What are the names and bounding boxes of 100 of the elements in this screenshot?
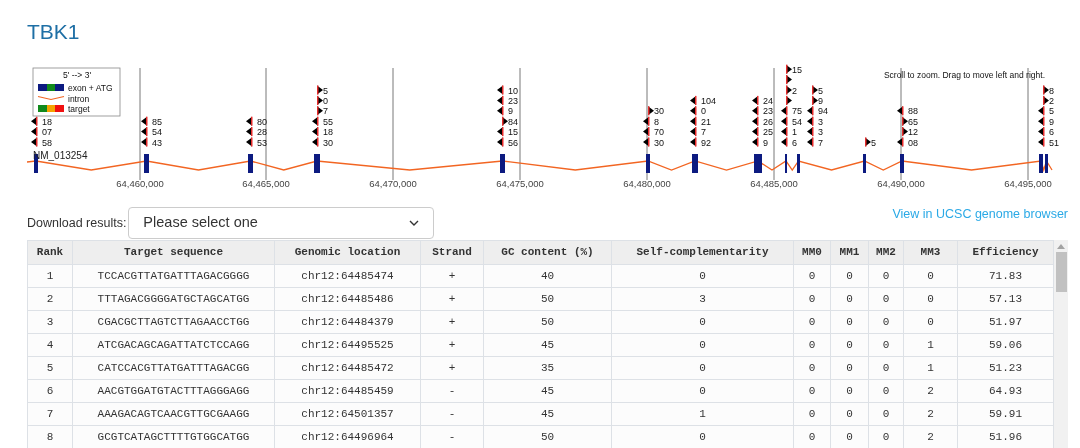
column-header[interactable]: MM1 — [830, 240, 869, 265]
target-marker[interactable] — [317, 106, 323, 116]
target-marker[interactable] — [648, 106, 654, 116]
target-marker[interactable] — [690, 116, 697, 126]
target-marker[interactable] — [643, 137, 650, 147]
target-marker[interactable] — [786, 85, 792, 95]
target-marker[interactable] — [1038, 137, 1045, 147]
target-marker[interactable] — [812, 85, 818, 95]
column-header[interactable]: MM0 — [793, 240, 831, 265]
table-cell: 7 — [27, 402, 73, 426]
target-marker[interactable] — [897, 106, 904, 116]
target-marker[interactable] — [1038, 116, 1045, 126]
target-marker[interactable] — [312, 137, 319, 147]
download-select[interactable]: Please select one — [128, 207, 435, 239]
target-marker[interactable] — [807, 106, 814, 116]
legend-label: exon + ATG — [68, 83, 113, 93]
target-marker[interactable] — [497, 85, 504, 95]
legend-label: target — [68, 104, 90, 114]
target-marker[interactable] — [141, 116, 148, 126]
target-marker[interactable] — [902, 116, 908, 126]
target-marker[interactable] — [31, 116, 38, 126]
target-marker[interactable] — [752, 116, 759, 126]
table-cell: 40 — [483, 264, 612, 288]
column-header[interactable]: Rank — [27, 240, 73, 265]
target-marker[interactable] — [246, 127, 253, 137]
target-marker[interactable] — [786, 75, 792, 85]
target-marker[interactable] — [807, 127, 814, 137]
table-cell: CATCCACGTTATGATTTAGACGG — [72, 356, 275, 380]
table-cell: 0 — [611, 356, 794, 380]
table-cell: 3 — [611, 287, 794, 311]
table-cell: 0 — [868, 333, 904, 357]
scrollbar-thumb[interactable] — [1055, 252, 1067, 292]
target-marker[interactable] — [781, 137, 788, 147]
target-marker[interactable] — [1043, 85, 1049, 95]
target-marker[interactable] — [752, 95, 759, 105]
target-marker[interactable] — [141, 127, 148, 137]
target-marker[interactable] — [752, 127, 759, 137]
target-marker[interactable] — [312, 127, 319, 137]
target-marker[interactable] — [643, 116, 650, 126]
column-header[interactable]: Genomic location — [274, 240, 421, 265]
target-marker[interactable] — [497, 137, 504, 147]
exon-block — [144, 154, 149, 173]
target-marker[interactable] — [807, 137, 814, 147]
table-cell: TCCACGTTATGATTTAGACGGGG — [72, 264, 275, 288]
table-cell: 51.97 — [957, 310, 1054, 334]
column-header[interactable]: Strand — [420, 240, 484, 265]
target-marker[interactable] — [690, 106, 697, 116]
target-marker[interactable] — [497, 127, 504, 137]
target-marker[interactable] — [690, 127, 697, 137]
marker-label: 28 — [257, 127, 267, 138]
target-marker[interactable] — [897, 137, 904, 147]
gene-title: TBK1 — [27, 19, 80, 45]
column-header[interactable]: Efficiency — [957, 240, 1054, 265]
target-marker[interactable] — [690, 95, 697, 105]
target-marker[interactable] — [31, 127, 38, 137]
target-marker[interactable] — [752, 106, 759, 116]
axis-label: 64,480,000 — [623, 178, 671, 189]
zoom-hint: Scroll to zoom. Drag to move left and right. — [883, 70, 1045, 80]
target-marker[interactable] — [317, 95, 323, 105]
column-header[interactable]: GC content (%) — [483, 240, 612, 265]
target-marker[interactable] — [1038, 127, 1045, 137]
marker-label: 15 — [792, 64, 802, 75]
target-marker[interactable] — [781, 127, 788, 137]
target-marker[interactable] — [246, 116, 253, 126]
target-marker[interactable] — [865, 137, 871, 147]
marker-label: 15 — [508, 127, 518, 138]
table-cell: + — [420, 356, 484, 380]
target-marker[interactable] — [317, 85, 323, 95]
table-cell: 0 — [793, 356, 831, 380]
scrollbar[interactable] — [1054, 240, 1068, 448]
target-marker[interactable] — [902, 127, 908, 137]
column-header[interactable]: MM2 — [868, 240, 904, 265]
target-marker[interactable] — [781, 106, 788, 116]
target-marker[interactable] — [786, 64, 792, 74]
target-marker[interactable] — [752, 137, 759, 147]
target-marker[interactable] — [781, 116, 788, 126]
target-marker[interactable] — [497, 95, 504, 105]
target-marker[interactable] — [141, 137, 148, 147]
marker-label: 8 — [1049, 85, 1054, 96]
target-marker[interactable] — [1038, 106, 1045, 116]
target-marker[interactable] — [690, 137, 697, 147]
table-cell: 0 — [903, 264, 958, 288]
target-marker[interactable] — [786, 95, 792, 105]
target-marker[interactable] — [1043, 95, 1049, 105]
exon-block — [248, 154, 253, 173]
target-marker[interactable] — [246, 137, 253, 147]
target-marker[interactable] — [312, 116, 319, 126]
column-header[interactable]: MM3 — [903, 240, 958, 265]
marker-label: 0 — [323, 95, 328, 106]
marker-label: 88 — [908, 106, 918, 117]
column-header[interactable]: Self-complementarity — [611, 240, 794, 265]
target-marker[interactable] — [497, 106, 504, 116]
table-cell: 45 — [483, 333, 612, 357]
target-marker[interactable] — [812, 95, 818, 105]
target-marker[interactable] — [502, 116, 508, 126]
target-marker[interactable] — [643, 127, 650, 137]
target-marker[interactable] — [31, 137, 38, 147]
target-marker[interactable] — [807, 116, 814, 126]
marker-label: 30 — [654, 106, 664, 117]
column-header[interactable]: Target sequence — [72, 240, 275, 265]
